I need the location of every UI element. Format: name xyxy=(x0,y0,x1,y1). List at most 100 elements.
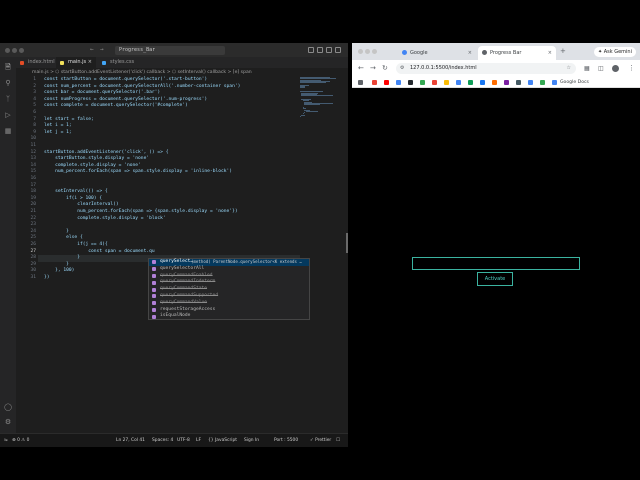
suggestion-item[interactable]: queryCommandState xyxy=(149,286,309,293)
bookmark-icon[interactable] xyxy=(396,80,401,85)
maximize-window-button[interactable] xyxy=(372,49,377,54)
apps-icon[interactable] xyxy=(358,80,363,85)
reload-icon[interactable]: ↻ xyxy=(382,64,388,73)
kebab-menu-icon[interactable]: ⋮ xyxy=(628,64,635,73)
minimap[interactable] xyxy=(300,77,344,117)
code-line: const startButton = document.querySelect… xyxy=(44,77,208,82)
suggestion-label: querySelect… xyxy=(160,259,194,264)
suggestion-item[interactable]: isEqualNode xyxy=(149,313,309,320)
bookmark-icon[interactable] xyxy=(528,80,533,85)
new-tab-icon[interactable]: + xyxy=(560,47,566,56)
suggestion-item[interactable]: queryCommandSupported xyxy=(149,293,309,300)
extensions-icon[interactable]: ▦ xyxy=(584,64,590,73)
suggestion-item[interactable]: querySelect… (method) ParentNode.querySel… xyxy=(149,259,309,266)
indentation[interactable]: Spaces: 4 xyxy=(152,434,173,447)
bookmark-icon[interactable] xyxy=(516,80,521,85)
minimap-line xyxy=(300,82,326,84)
run-debug-icon[interactable]: ▷ xyxy=(4,111,12,119)
bookmark-icon[interactable] xyxy=(468,80,473,85)
cursor-position[interactable]: Ln 27, Col 41 xyxy=(116,434,145,447)
maximize-window-button[interactable] xyxy=(19,48,24,53)
code-line: clearInterval() xyxy=(44,202,119,208)
close-icon[interactable]: × xyxy=(548,46,552,60)
customize-layout-icon[interactable] xyxy=(335,47,341,53)
minimize-window-button[interactable] xyxy=(12,48,17,53)
code-line: }, 100) xyxy=(44,268,75,274)
minimap-line xyxy=(305,110,318,112)
site-info-icon[interactable]: ⚙ xyxy=(400,63,404,74)
bookmark-icon[interactable] xyxy=(492,80,497,85)
side-panel-icon[interactable]: ◫ xyxy=(598,64,604,73)
bookmark-icon[interactable] xyxy=(444,80,449,85)
editor-scrollbar[interactable] xyxy=(346,233,348,253)
close-icon[interactable]: × xyxy=(468,46,472,60)
close-window-button[interactable] xyxy=(358,49,363,54)
editor-tabs: index.html main.js × styles.css xyxy=(16,57,348,68)
browser-tab-google[interactable]: Google × xyxy=(398,46,476,60)
page-favicon-icon xyxy=(482,50,487,55)
bookmark-icon[interactable] xyxy=(372,80,377,85)
code-line: const bar = document.querySelector('.bar… xyxy=(44,90,161,96)
tab-styles-css[interactable]: styles.css xyxy=(98,57,140,68)
close-window-button[interactable] xyxy=(5,48,10,53)
method-icon xyxy=(152,273,156,278)
explorer-icon[interactable]: 🗎 xyxy=(4,63,12,71)
address-bar[interactable]: ⚙ 127.0.0.1:5500/index.html ☆ xyxy=(396,63,576,74)
bookmark-icon[interactable] xyxy=(480,80,485,85)
browser-tab-progress-bar[interactable]: Progress Bar × xyxy=(478,46,556,60)
method-icon xyxy=(152,280,156,285)
tab-main-js[interactable]: main.js × xyxy=(56,57,96,68)
nav-back-icon[interactable]: ← xyxy=(90,46,94,54)
bookmark-google-docs[interactable]: Google Docs xyxy=(560,77,589,88)
forward-icon[interactable]: → xyxy=(370,64,376,73)
bookmark-icon[interactable] xyxy=(504,80,509,85)
sign-in[interactable]: Sign In xyxy=(244,434,259,447)
line-number: 26 xyxy=(30,242,36,247)
activity-bar: 🗎 ⚲ ᛉ ▷ ▦ ◯ ⚙ xyxy=(0,57,16,433)
toggle-sidebar-icon[interactable] xyxy=(308,47,314,53)
bookmark-star-icon[interactable]: ☆ xyxy=(567,63,571,74)
tab-label: main.js xyxy=(68,59,87,65)
remote-icon[interactable]: ⇋ xyxy=(4,434,8,447)
ask-gemini-button[interactable]: ✦ Ask Gemini xyxy=(593,47,636,57)
youtube-icon[interactable] xyxy=(384,80,389,85)
code-line: complete.style.display = 'block' xyxy=(44,215,166,221)
suggestion-item[interactable]: queryCommandValue xyxy=(149,300,309,307)
encoding[interactable]: UTF-8 xyxy=(177,434,190,447)
search-icon[interactable]: ⚲ xyxy=(4,79,12,87)
command-center-search[interactable]: Progress_Bar xyxy=(115,46,225,55)
avatar[interactable] xyxy=(612,65,619,72)
toggle-panel-icon[interactable] xyxy=(317,47,323,53)
bookmark-icon[interactable] xyxy=(456,80,461,85)
bookmarks-bar: Google Docs xyxy=(352,77,640,88)
close-icon[interactable]: × xyxy=(88,57,92,68)
bookmark-icon[interactable] xyxy=(540,80,545,85)
line-number: 28 xyxy=(30,255,36,261)
tab-index-html[interactable]: index.html xyxy=(16,57,55,68)
gmail-icon[interactable] xyxy=(432,80,437,85)
end-of-line[interactable]: LF xyxy=(196,434,201,447)
github-icon[interactable] xyxy=(408,80,413,85)
suggestion-label: queryCommandSupported xyxy=(160,293,219,298)
back-icon[interactable]: ← xyxy=(358,64,364,73)
extensions-icon[interactable]: ▦ xyxy=(4,127,12,135)
notifications-icon[interactable]: ☐ xyxy=(336,434,340,447)
prettier[interactable]: ✓ Prettier xyxy=(310,434,331,447)
bookmark-icon[interactable] xyxy=(420,80,425,85)
source-control-icon[interactable]: ᛉ xyxy=(4,95,12,103)
suggest-widget[interactable]: querySelect… (method) ParentNode.querySel… xyxy=(148,258,310,320)
account-icon[interactable]: ◯ xyxy=(4,403,12,411)
minimap-line xyxy=(301,114,305,116)
activate-button[interactable]: Activate xyxy=(477,272,513,286)
language-mode[interactable]: {} JavaScript xyxy=(208,434,237,447)
gear-icon[interactable]: ⚙ xyxy=(4,418,12,426)
nav-forward-icon[interactable]: → xyxy=(100,46,104,54)
tab-label: Google xyxy=(410,50,428,56)
toggle-secondary-sidebar-icon[interactable] xyxy=(326,47,332,53)
suggestion-item[interactable]: querySelectorAll xyxy=(149,266,309,273)
live-server-port[interactable]: Port : 5500 xyxy=(274,434,298,447)
problems-icon[interactable]: ⊗ 0 ⚠ 0 xyxy=(12,434,29,447)
minimize-window-button[interactable] xyxy=(365,49,370,54)
breadcrumb[interactable]: main.js > ⬡ startButton.addEventListener… xyxy=(16,68,348,77)
code-line: }) xyxy=(44,275,50,280)
